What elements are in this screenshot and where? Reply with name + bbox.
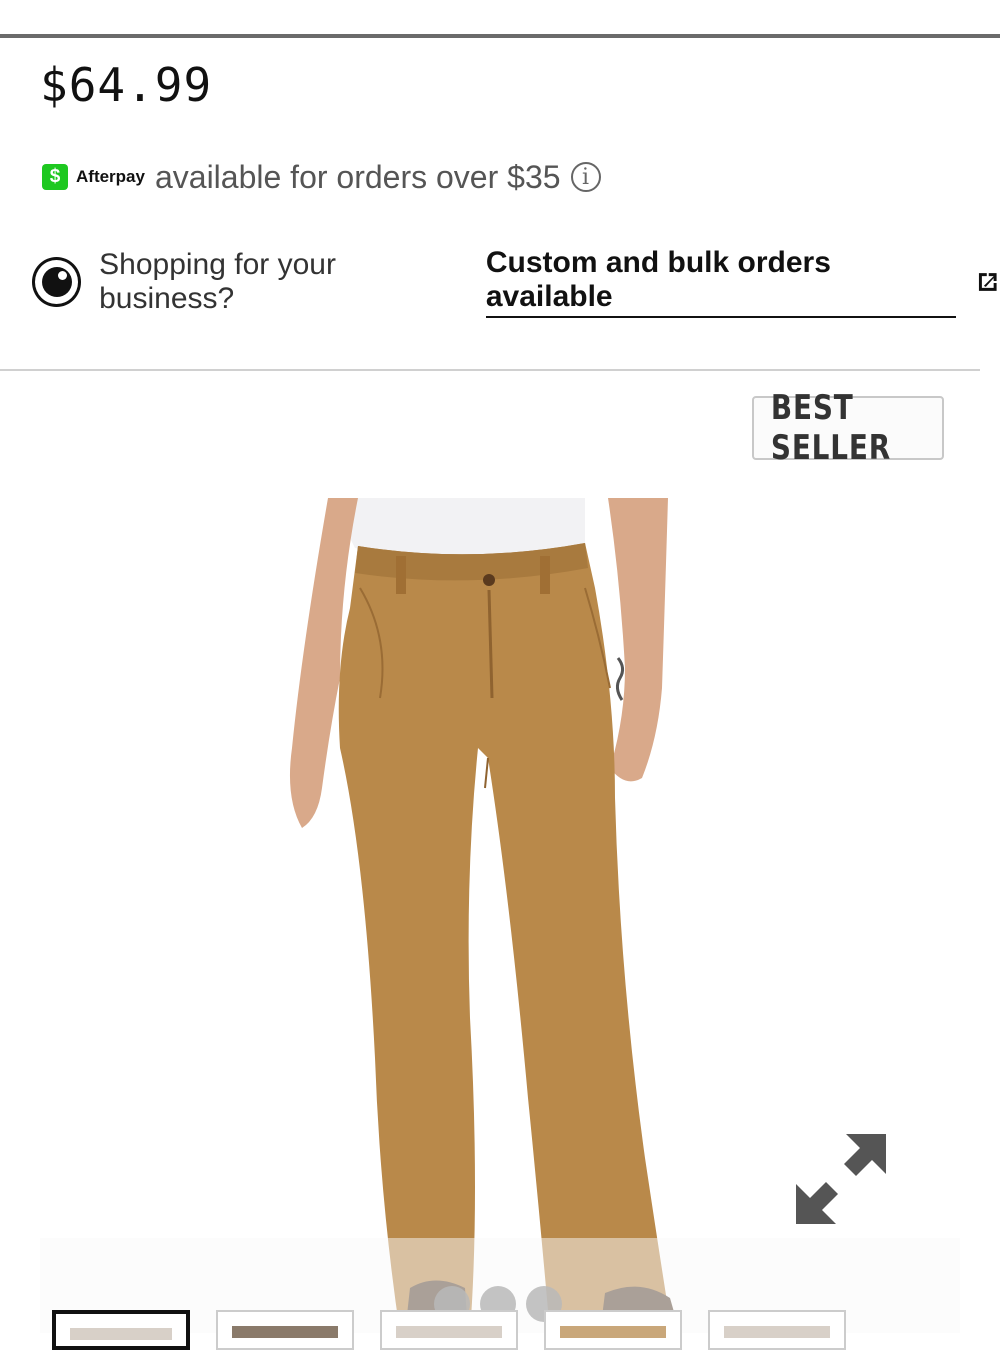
afterpay-row: $ Afterpay available for orders over $35…	[42, 152, 601, 202]
top-divider	[0, 34, 1000, 38]
external-link-icon[interactable]	[976, 270, 1000, 294]
thumbnail-3[interactable]	[380, 1310, 518, 1350]
afterpay-text: available for orders over $35	[154, 158, 561, 195]
best-seller-badge: BEST SELLER	[752, 388, 944, 468]
info-icon[interactable]: i	[570, 162, 601, 192]
thumbnail-5[interactable]	[708, 1310, 846, 1350]
thumbnail-4[interactable]	[544, 1310, 682, 1350]
business-logo-icon	[32, 257, 82, 307]
business-row: Shopping for your business? Custom and b…	[32, 246, 1000, 318]
afterpay-brand: Afterpay	[76, 167, 145, 186]
product-price: $64.99	[40, 58, 213, 112]
thumbnail-1[interactable]	[52, 1310, 190, 1350]
afterpay-logo-icon: $	[42, 164, 68, 190]
section-divider	[0, 369, 980, 371]
expand-fullscreen-icon[interactable]	[794, 1132, 888, 1226]
business-prompt: Shopping for your business?	[99, 248, 336, 315]
custom-bulk-orders-link[interactable]: Custom and bulk orders available	[485, 246, 957, 318]
thumbnail-2[interactable]	[216, 1310, 354, 1350]
best-seller-label: BEST SELLER	[770, 388, 892, 468]
thumbnail-strip	[52, 1310, 846, 1350]
